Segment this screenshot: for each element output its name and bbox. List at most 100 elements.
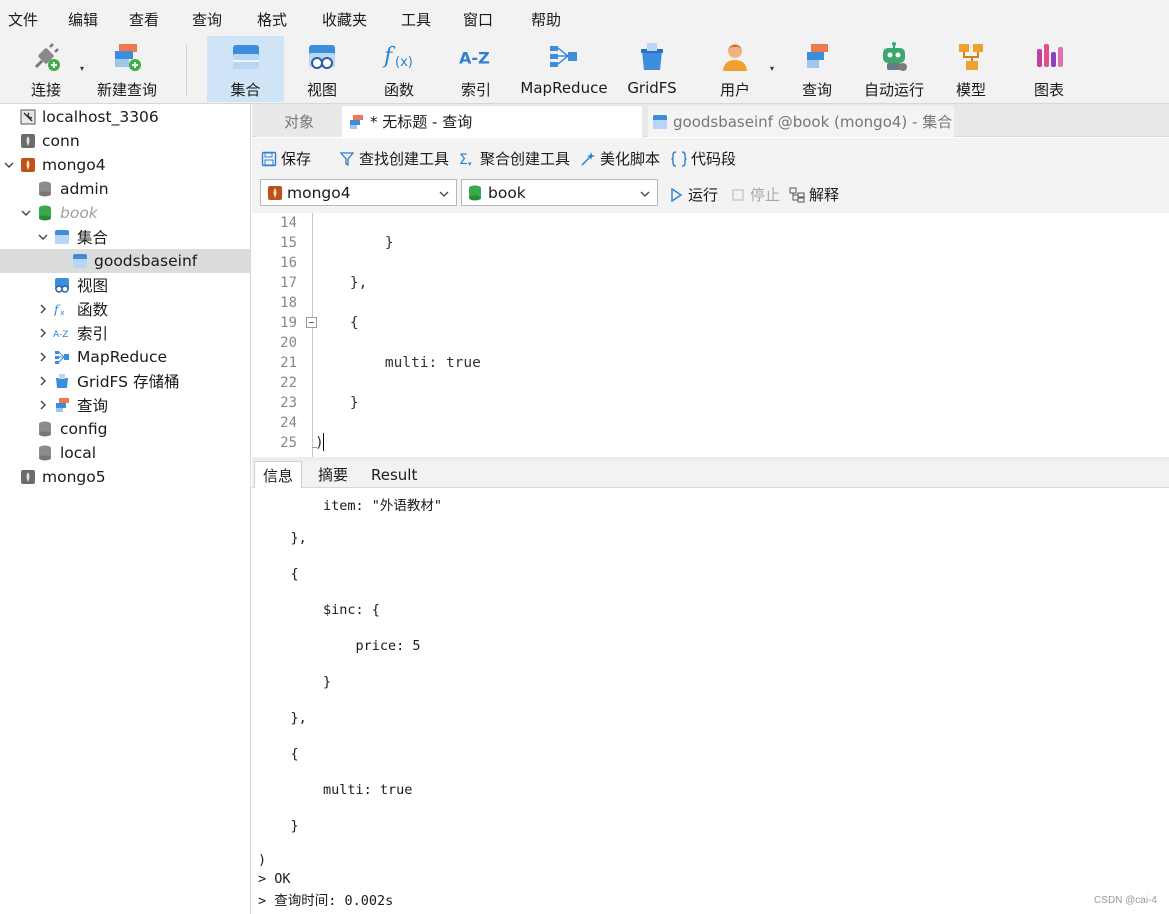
database-icon bbox=[37, 181, 53, 197]
chart-button[interactable]: 图表 bbox=[1022, 36, 1076, 102]
output-pane[interactable]: item: "外语教材" }, { $inc: { price: 5 } }, … bbox=[252, 488, 1169, 914]
tree-item-config[interactable]: config bbox=[0, 417, 250, 441]
output-line: ) bbox=[258, 852, 267, 868]
menu-format[interactable]: 格式 bbox=[257, 9, 287, 30]
chevron-down-icon bbox=[639, 186, 651, 204]
svg-text:x: x bbox=[60, 308, 64, 317]
view-icon bbox=[54, 277, 70, 293]
new-query-button[interactable]: 新建查询 bbox=[94, 36, 160, 102]
editor-toolbar: 保存 查找创建工具 Σ ▾ 聚合创建工具 美化脚本 代码段 mongo4 book… bbox=[252, 138, 1169, 213]
run-button[interactable]: 运行 bbox=[668, 184, 718, 205]
tree-item-queries[interactable]: 查询 bbox=[0, 393, 250, 417]
tree-item-mongo4[interactable]: mongo4 bbox=[0, 153, 250, 177]
database-icon bbox=[37, 421, 53, 437]
snippet-button[interactable]: 代码段 bbox=[670, 148, 736, 169]
find-builder-button[interactable]: 查找创建工具 bbox=[338, 148, 449, 169]
code-line: } bbox=[315, 395, 359, 411]
database-icon bbox=[37, 205, 53, 221]
menu-help[interactable]: 帮助 bbox=[531, 9, 561, 30]
tab-result[interactable]: Result bbox=[363, 461, 425, 488]
output-line: }, bbox=[258, 710, 307, 726]
chevron-right-icon[interactable] bbox=[37, 327, 49, 339]
tab-objects[interactable]: 对象 bbox=[256, 106, 342, 137]
menu-edit[interactable]: 编辑 bbox=[68, 9, 98, 30]
output-line: $inc: { bbox=[258, 602, 380, 618]
user-dropdown-icon[interactable]: ▾ bbox=[770, 64, 774, 73]
main-toolbar: 连接 ▾ 新建查询 集合 视图 f (x) 函数 A-Z 索引 MapReduc… bbox=[0, 36, 1169, 104]
model-button[interactable]: 模型 bbox=[944, 36, 998, 102]
tree-item-goodsbaseinf[interactable]: goodsbaseinf bbox=[0, 249, 250, 273]
aggregate-builder-button[interactable]: Σ ▾ 聚合创建工具 bbox=[459, 148, 570, 169]
function-icon: f (x) bbox=[382, 40, 416, 74]
tree-item-localhost_3306[interactable]: localhost_3306 bbox=[0, 105, 250, 129]
tab-summary[interactable]: 摘要 bbox=[310, 461, 356, 488]
explain-button[interactable]: 解释 bbox=[789, 184, 839, 205]
query-button[interactable]: 查询 bbox=[788, 36, 846, 102]
automation-button[interactable]: 自动运行 bbox=[860, 36, 928, 102]
chevron-right-icon[interactable] bbox=[37, 351, 49, 363]
tree-item-local[interactable]: local bbox=[0, 441, 250, 465]
query-icon bbox=[54, 397, 70, 413]
sigma-icon: Σ ▾ bbox=[459, 150, 477, 168]
tree-item-book[interactable]: book bbox=[0, 201, 250, 225]
tree-item-functions[interactable]: fx 函数 bbox=[0, 297, 250, 321]
gridfs-button[interactable]: GridFS bbox=[622, 36, 682, 102]
menu-query[interactable]: 查询 bbox=[192, 9, 222, 30]
menu-bar: 文件 编辑 查看 查询 格式 收藏夹 工具 窗口 帮助 bbox=[0, 0, 1169, 36]
chevron-down-icon[interactable] bbox=[3, 159, 15, 171]
tab-label: goodsbaseinf @book (mongo4) - 集合 bbox=[673, 113, 953, 131]
tab-untitled-query[interactable]: * 无标题 - 查询 bbox=[342, 106, 642, 137]
tab-info[interactable]: 信息 bbox=[254, 461, 303, 488]
tree-item-collections[interactable]: 集合 bbox=[0, 225, 250, 249]
query-editor[interactable]: 14 15 16 17 18 19 20 21 22 23 24 25 } }, { multi: t… bbox=[252, 213, 1169, 457]
user-button[interactable]: 用户 bbox=[706, 36, 764, 102]
function-button[interactable]: f (x) 函数 bbox=[366, 36, 432, 102]
menu-file[interactable]: 文件 bbox=[8, 9, 38, 30]
save-button[interactable]: 保存 bbox=[260, 148, 311, 169]
connect-button[interactable]: 连接 bbox=[18, 36, 74, 102]
tree-item-conn[interactable]: conn bbox=[0, 129, 250, 153]
collection-button[interactable]: 集合 bbox=[207, 36, 284, 102]
index-button[interactable]: A-Z 索引 bbox=[444, 36, 508, 102]
svg-text:A-Z: A-Z bbox=[53, 330, 68, 340]
save-icon bbox=[260, 150, 278, 168]
output-line: price: 5 bbox=[258, 638, 421, 654]
output-line: multi: true bbox=[258, 782, 413, 798]
svg-text:Σ: Σ bbox=[459, 152, 468, 167]
line-number: 20 bbox=[280, 335, 297, 351]
menu-tools[interactable]: 工具 bbox=[401, 9, 431, 30]
mapreduce-icon bbox=[547, 40, 581, 74]
menu-view[interactable]: 查看 bbox=[129, 9, 159, 30]
tree-item-views[interactable]: 视图 bbox=[0, 273, 250, 297]
user-icon bbox=[718, 40, 752, 74]
tree-item-mongo5[interactable]: mongo5 bbox=[0, 465, 250, 489]
menu-window[interactable]: 窗口 bbox=[463, 9, 493, 30]
index-icon: A-Z bbox=[459, 40, 493, 74]
code-line: }, bbox=[315, 275, 368, 291]
menu-favorites[interactable]: 收藏夹 bbox=[322, 9, 367, 30]
stop-button[interactable]: 停止 bbox=[730, 184, 780, 205]
chevron-down-icon[interactable] bbox=[20, 207, 32, 219]
beautify-button[interactable]: 美化脚本 bbox=[579, 148, 660, 169]
mongo-leaf-icon bbox=[20, 469, 36, 485]
view-button[interactable]: 视图 bbox=[288, 36, 356, 102]
chevron-down-icon[interactable] bbox=[37, 231, 49, 243]
connection-select[interactable]: mongo4 bbox=[260, 179, 457, 206]
chevron-right-icon[interactable] bbox=[37, 303, 49, 315]
sparkle-icon bbox=[579, 150, 597, 168]
svg-text:A-Z: A-Z bbox=[459, 49, 490, 68]
toolbar-separator bbox=[186, 44, 187, 96]
mapreduce-button[interactable]: MapReduce bbox=[518, 36, 610, 102]
tree-item-gridfs[interactable]: GridFS 存储桶 bbox=[0, 369, 250, 393]
tree-item-admin[interactable]: admin bbox=[0, 177, 250, 201]
chevron-right-icon[interactable] bbox=[37, 399, 49, 411]
tab-collection-goodsbaseinf[interactable]: goodsbaseinf @book (mongo4) - 集合 bbox=[648, 106, 954, 137]
navigation-tree: localhost_3306 conn mongo4 admin book 集合 bbox=[0, 104, 251, 914]
database-select[interactable]: book bbox=[461, 179, 658, 206]
tree-item-mapreduce[interactable]: MapReduce bbox=[0, 345, 250, 369]
code-line: multi: true bbox=[315, 355, 481, 371]
tree-item-indexes[interactable]: A-Z 索引 bbox=[0, 321, 250, 345]
explain-icon bbox=[789, 187, 805, 203]
chevron-right-icon[interactable] bbox=[37, 375, 49, 387]
connect-dropdown-icon[interactable]: ▾ bbox=[80, 64, 84, 73]
